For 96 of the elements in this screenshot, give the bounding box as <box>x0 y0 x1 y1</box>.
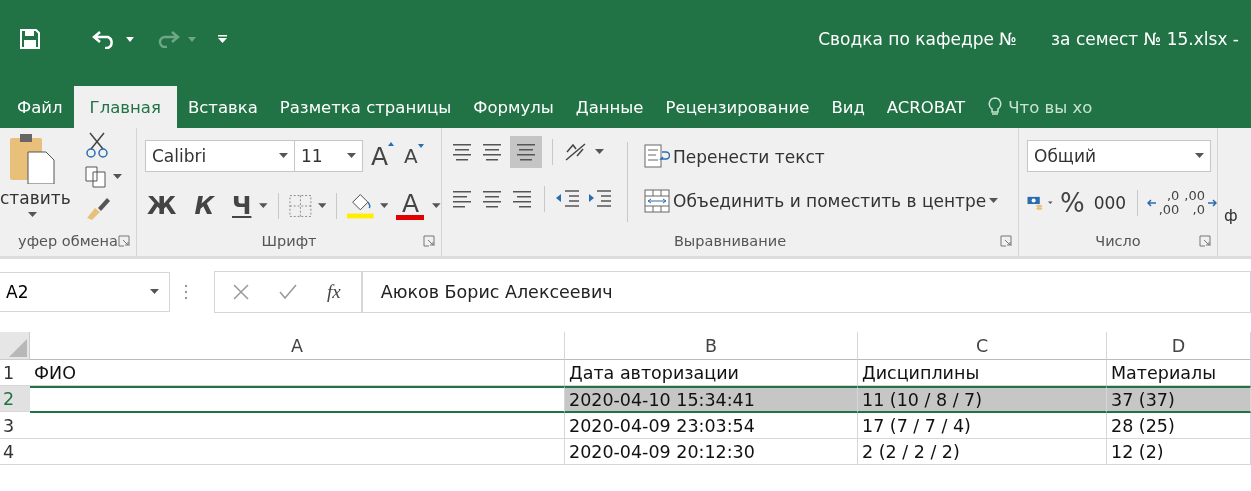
font-size-field[interactable]: 11 <box>295 140 363 172</box>
borders-icon[interactable] <box>288 194 312 218</box>
caret-icon[interactable] <box>595 149 604 155</box>
caret-icon[interactable] <box>1048 200 1053 206</box>
caret-icon[interactable] <box>150 289 159 295</box>
redo-icon <box>156 30 180 48</box>
ribbon-tab[interactable]: Вид <box>820 88 876 128</box>
top-align-icon[interactable] <box>450 141 474 163</box>
column-header[interactable]: B <box>565 332 858 360</box>
caret-icon[interactable] <box>432 203 442 209</box>
customize-toolbar-icon[interactable] <box>218 35 227 43</box>
window-title: Сводка по кафедре № <box>818 29 1018 49</box>
table-cell: 2 (2 / 2 / 2) <box>858 439 1107 465</box>
clipboard-icon <box>10 132 58 184</box>
table-cell: 11 (10 / 8 / 7) <box>858 386 1107 413</box>
increase-decimal-button[interactable]: ,0 ,00 <box>1146 189 1180 217</box>
font-color-button[interactable]: A <box>394 192 427 220</box>
lightbulb-icon <box>988 97 1003 117</box>
formula-field[interactable]: Аюков Борис Алексеевич <box>361 271 1251 313</box>
ribbon-tab[interactable]: Разметка страницы <box>268 88 463 128</box>
arrow-left-icon <box>1146 199 1156 207</box>
column-header[interactable]: C <box>858 332 1107 360</box>
italic-button[interactable]: К <box>192 190 216 222</box>
dialog-launcher-icon[interactable] <box>423 235 435 247</box>
bold-button[interactable]: Ж <box>145 190 179 222</box>
table-cell: 2020-04-09 20:12:30 <box>565 439 858 465</box>
caret-icon[interactable] <box>989 198 999 204</box>
merge-cells-icon <box>644 188 670 214</box>
triangle-icon <box>388 141 395 146</box>
shrink-font-button[interactable]: A <box>402 144 426 168</box>
decrease-indent-icon[interactable] <box>555 188 581 210</box>
name-box[interactable]: A2 <box>0 272 170 312</box>
caret-icon <box>188 36 196 42</box>
table-cell: 28 (25) <box>1107 413 1251 439</box>
cancel-icon[interactable] <box>233 284 249 300</box>
ribbon-tab[interactable]: Главная <box>73 86 177 128</box>
triangle-icon <box>9 339 27 357</box>
insert-function-button[interactable]: fx <box>327 281 341 303</box>
group-label: Шрифт <box>261 233 317 249</box>
font-name-field[interactable]: Calibri <box>145 140 295 172</box>
caret-icon[interactable] <box>379 203 389 209</box>
copy-icon[interactable] <box>84 166 109 188</box>
group-label: Выравнивание <box>673 233 787 249</box>
ribbon-tab[interactable]: Формулы <box>462 88 565 128</box>
caret-icon[interactable] <box>126 36 134 42</box>
caret-icon[interactable] <box>279 153 288 159</box>
table-cell: 17 (7 / 7 / 4) <box>858 413 1107 439</box>
tell-me-field[interactable]: Что вы хо <box>976 87 1093 128</box>
percent-button[interactable]: % <box>1057 186 1087 220</box>
table-cell: 37 (37) <box>1107 386 1251 413</box>
fill-color-icon[interactable] <box>347 192 374 220</box>
triangle-icon <box>417 144 424 148</box>
caret-icon[interactable] <box>28 212 37 218</box>
row-header[interactable]: 2 <box>0 386 30 412</box>
arrow-right-icon <box>1208 199 1217 207</box>
ribbon-button-label[interactable]: ф <box>1224 206 1238 225</box>
table-cell: 12 (2) <box>1107 439 1251 465</box>
dialog-launcher-icon[interactable] <box>118 235 130 247</box>
dialog-launcher-icon[interactable] <box>1000 235 1012 247</box>
paste-button[interactable]: ставить <box>0 132 71 226</box>
dialog-launcher-icon[interactable] <box>1199 235 1211 247</box>
ribbon-tab[interactable]: ACROBAT <box>875 88 977 128</box>
group-label: уфер обмена <box>18 233 118 249</box>
decrease-decimal-button[interactable]: ,00 ,0 <box>1184 189 1217 217</box>
increase-indent-icon[interactable] <box>587 188 613 210</box>
number-format-field[interactable]: Общий <box>1027 140 1211 172</box>
align-left-icon[interactable] <box>450 188 474 210</box>
caret-icon[interactable] <box>317 203 327 209</box>
thousands-separator-button[interactable]: 000 <box>1091 191 1129 215</box>
align-right-icon[interactable] <box>510 188 534 210</box>
caret-icon[interactable] <box>112 174 122 180</box>
wrap-text-icon <box>644 144 670 170</box>
caret-icon[interactable] <box>347 153 356 159</box>
scissors-icon[interactable] <box>84 132 109 158</box>
grip-icon <box>184 284 188 300</box>
caret-icon[interactable] <box>259 203 268 209</box>
caret-icon[interactable] <box>1195 153 1204 159</box>
group-label: Число <box>1095 233 1141 249</box>
middle-align-icon[interactable] <box>480 141 504 163</box>
window-title: за семест № 15.xlsx - <box>1051 29 1239 49</box>
ribbon-tab[interactable]: Рецензирование <box>654 88 821 128</box>
ribbon-tab[interactable]: Вставка <box>176 88 269 128</box>
save-icon[interactable] <box>20 29 40 49</box>
wrap-text-button[interactable]: Перенести текст <box>642 142 1001 172</box>
brush-icon[interactable] <box>84 196 111 220</box>
table-cell: 2020-04-09 23:03:54 <box>565 413 858 439</box>
grow-font-button[interactable]: A <box>369 141 397 171</box>
merge-center-button[interactable]: Объединить и поместить в центре <box>642 186 1001 216</box>
column-header[interactable]: A <box>30 332 565 360</box>
enter-icon[interactable] <box>279 284 297 300</box>
table-cell: 2020-04-10 15:34:41 <box>565 386 858 413</box>
ribbon-tab[interactable]: Данные <box>564 88 655 128</box>
ribbon-tab[interactable]: Файл <box>6 88 74 128</box>
column-header[interactable]: D <box>1107 332 1251 360</box>
underline-button[interactable]: Ч <box>230 190 254 222</box>
align-center-icon[interactable] <box>480 188 504 210</box>
